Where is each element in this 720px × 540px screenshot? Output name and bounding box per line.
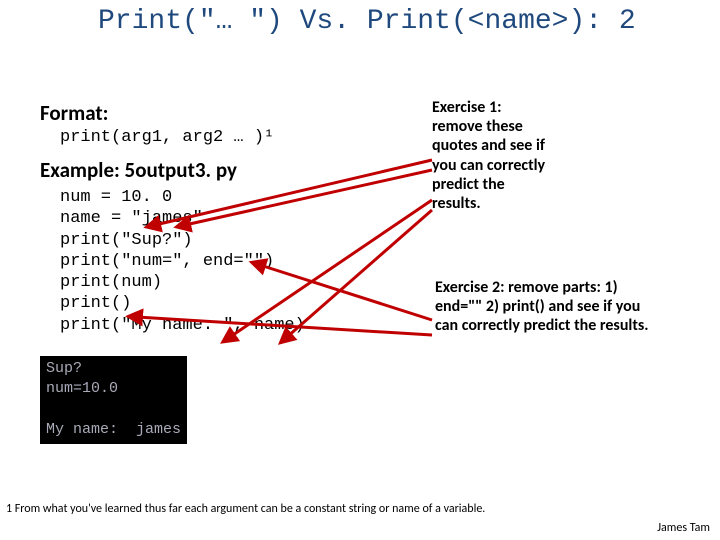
code-block: num = 10. 0 name = "james" print("Sup?")… <box>60 187 400 336</box>
code-line: print(num) <box>60 272 400 293</box>
right-column: Exercise 1: remove these quotes and see … <box>432 98 692 213</box>
author-name: James Tam <box>657 521 710 535</box>
slide: Print("… ") Vs. Print(<name>): 2 Format:… <box>0 0 720 540</box>
code-line: print("My name: ", name) <box>60 315 400 336</box>
format-heading: Format: <box>40 100 400 126</box>
code-line: num = 10. 0 <box>60 187 400 208</box>
footnote: 1 From what you've learned thus far each… <box>6 502 485 516</box>
output-line: num=10.0 <box>46 380 118 397</box>
format-code: print(arg1, arg2 … )¹ <box>60 128 400 147</box>
console-output: Sup? num=10.0 My name: james <box>40 356 187 444</box>
exercise-2-text: Exercise 2: remove parts: 1) end="" 2) p… <box>435 278 655 336</box>
output-line: Sup? <box>46 360 82 377</box>
code-line: print() <box>60 293 400 314</box>
code-line: print("num=", end="") <box>60 251 400 272</box>
code-line: print("Sup?") <box>60 230 400 251</box>
left-column: Format: print(arg1, arg2 … )¹ Example: 5… <box>40 100 400 336</box>
exercise-1-text: Exercise 1: remove these quotes and see … <box>432 98 552 213</box>
code-line: name = "james" <box>60 208 400 229</box>
example-heading: Example: 5output3. py <box>40 157 400 183</box>
output-line: My name: james <box>46 421 181 438</box>
slide-title: Print("… ") Vs. Print(<name>): 2 <box>98 6 636 37</box>
